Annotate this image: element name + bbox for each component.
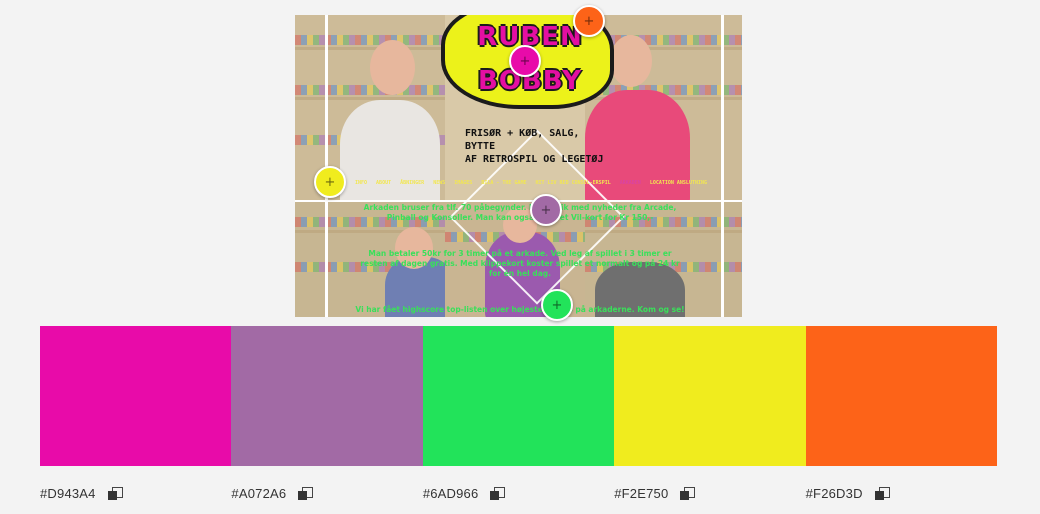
site-nav-item: ARKADEN xyxy=(619,180,641,186)
shelf-toys xyxy=(295,85,445,95)
swatch-label: #D943A4 xyxy=(40,486,231,501)
color-swatch[interactable] xyxy=(614,326,806,466)
picker-purple[interactable]: + xyxy=(530,194,562,226)
site-nav-item: LOCATION ANSLUTNING xyxy=(649,180,708,186)
site-copy-bottom: Vi har fået highscore top-listen over hø… xyxy=(355,305,685,314)
picker-yellow[interactable]: + xyxy=(314,166,346,198)
crosshair-icon: + xyxy=(551,297,563,313)
hex-label-row: #D943A4 #A072A6 #6AD966 #F2E750 #F26D3D xyxy=(40,486,997,501)
copy-icon-front xyxy=(490,490,500,500)
swatch-label: #F2E750 xyxy=(614,486,805,501)
shelf xyxy=(295,47,445,50)
copy-icon-front xyxy=(874,490,884,500)
site-nav-item: ABOUT xyxy=(376,180,392,186)
copy-icon[interactable] xyxy=(680,486,696,501)
site-nav-item: NEWS xyxy=(433,180,446,186)
site-copy-middle: Man betaler 50kr for 3 timer på et arkad… xyxy=(360,249,680,278)
site-nav-item: INFO xyxy=(355,180,368,186)
picker-orange[interactable]: + xyxy=(573,5,605,37)
crosshair-icon: + xyxy=(540,202,552,218)
hex-value: #F2E750 xyxy=(614,486,669,501)
crosshair-icon: + xyxy=(583,13,595,29)
hex-value: #D943A4 xyxy=(40,486,96,501)
color-swatch[interactable] xyxy=(40,326,232,466)
copy-icon[interactable] xyxy=(874,486,890,501)
crosshair-icon: + xyxy=(519,53,531,69)
swatch-label: #F26D3D xyxy=(806,486,997,501)
site-nav-item: BILA - THE GAME xyxy=(481,180,527,186)
swatch-label: #A072A6 xyxy=(231,486,422,501)
swatch-row xyxy=(40,326,998,466)
copy-icon[interactable] xyxy=(107,486,123,501)
picker-magenta[interactable]: + xyxy=(509,45,541,77)
hex-value: #A072A6 xyxy=(231,486,287,501)
person-head xyxy=(610,35,652,87)
picker-green[interactable]: + xyxy=(541,289,573,321)
hex-value: #6AD966 xyxy=(422,486,479,501)
site-nav-item: HIT LIV RED CONSOL-ERSPIL xyxy=(535,180,611,186)
site-nav-item: ÅBNINGER xyxy=(400,180,425,186)
site-nav: INFO ABOUT ÅBNINGER NEWS IMAGES BILA - THE GA… xyxy=(355,180,735,186)
copy-icon-front xyxy=(298,490,308,500)
color-swatch[interactable] xyxy=(231,326,423,466)
shelf xyxy=(295,97,445,100)
site-nav-item: IMAGES xyxy=(454,180,473,186)
copy-icon[interactable] xyxy=(490,486,506,501)
copy-icon[interactable] xyxy=(298,486,314,501)
color-swatch[interactable] xyxy=(422,326,615,466)
copy-icon-front xyxy=(680,490,690,500)
site-copy-top: Arkaden bruser fra tlf. 70 påbegynder. N… xyxy=(363,203,677,222)
copy-icon-front xyxy=(107,490,117,500)
color-swatch[interactable] xyxy=(805,326,998,466)
frame-line xyxy=(721,15,724,317)
crosshair-icon: + xyxy=(324,174,336,190)
swatch-label: #6AD966 xyxy=(423,486,614,501)
shelf-toys xyxy=(295,35,445,45)
site-tagline: FRISØR + KØB, SALG, BYTTE AF RETROSPIL O… xyxy=(465,128,604,165)
hex-value: #F26D3D xyxy=(805,486,863,501)
person-head xyxy=(370,40,415,95)
